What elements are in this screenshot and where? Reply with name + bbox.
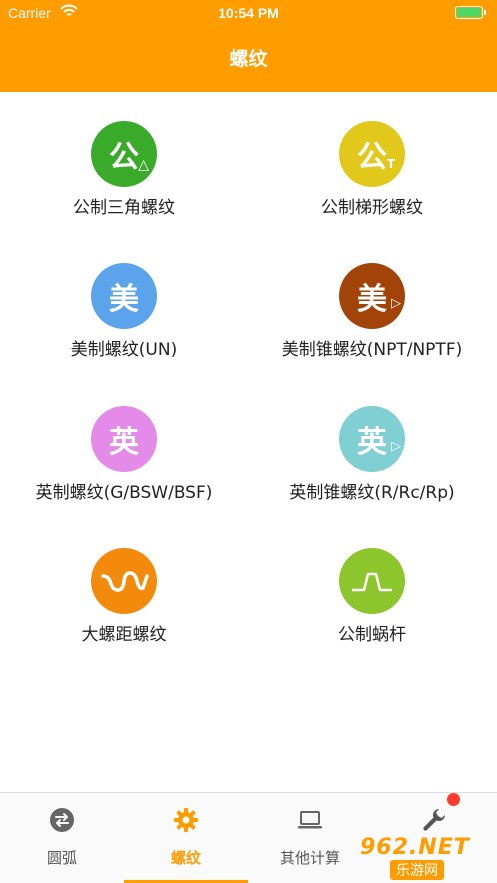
metric-triangle-icon: 公 △ [91,121,157,187]
icon-subscript: ▷ [391,439,401,454]
grid-item-metric-trapezoid[interactable]: 公 T 公制梯形螺纹 [248,121,496,251]
page-title: 螺纹 [229,48,268,70]
imperial-thread-icon: 英 [91,406,157,472]
watermark-domain: 962.NET [360,835,470,860]
icon-subscript: △ [138,157,149,173]
tab-label: 螺纹 [170,849,201,867]
watermark-name: 乐游网 [390,860,444,880]
grid-item-label: 美制螺纹(UN) [70,340,178,360]
grid-item-label: 大螺距螺纹 [81,625,167,645]
app-header: Carrier 10:54 PM 螺纹 [0,0,497,92]
tab-arc[interactable]: 圆弧 [0,793,124,883]
grid-item-label: 美制锥螺纹(NPT/NPTF) [281,340,463,360]
swap-icon [50,808,74,832]
icon-glyph: 公 [109,140,139,175]
laptop-icon [298,811,322,829]
icon-glyph: 英 [357,425,387,460]
status-time: 10:54 PM [218,5,279,21]
gear-icon [174,808,198,832]
metric-trapezoid-icon: 公 T [339,121,405,187]
icon-glyph: 美 [109,282,139,317]
grid-item-metric-worm[interactable]: 公制蜗杆 [248,548,496,678]
grid-item-label: 英制锥螺纹(R/Rc/Rp) [289,483,455,503]
wave-icon [91,548,157,614]
grid-item-label: 公制梯形螺纹 [321,198,423,218]
tab-label: 圆弧 [46,849,77,867]
battery-icon [455,6,486,19]
notification-badge [447,793,460,806]
icon-subscript: ▷ [391,296,401,311]
icon-glyph: 美 [357,282,387,317]
wrench-icon [423,808,446,831]
grid-item-label: 公制蜗杆 [338,625,406,645]
us-taper-thread-icon: 美 ▷ [339,263,405,329]
status-bar: Carrier 10:54 PM [0,0,497,26]
site-watermark-logo: 962.NET 乐游网 [360,835,490,880]
grid-item-large-pitch-thread[interactable]: 大螺距螺纹 [0,548,248,678]
tab-label: 其他计算 [279,849,340,867]
grid-item-metric-triangle[interactable]: 公 △ 公制三角螺纹 [0,121,248,251]
icon-glyph: 英 [109,425,139,460]
grid-item-label: 公制三角螺纹 [73,198,175,218]
grid-item-us-taper-thread[interactable]: 美 ▷ 美制锥螺纹(NPT/NPTF) [248,263,496,393]
grid-item-imperial-taper-thread[interactable]: 英 ▷ 英制锥螺纹(R/Rc/Rp) [248,406,496,536]
us-thread-icon: 美 [91,263,157,329]
worm-profile-icon [339,548,405,614]
tab-other-calc[interactable]: 其他计算 [248,793,372,883]
grid-item-us-thread[interactable]: 美 美制螺纹(UN) [0,263,248,393]
grid-item-imperial-thread[interactable]: 英 英制螺纹(G/BSW/BSF) [0,406,248,536]
grid-item-label: 英制螺纹(G/BSW/BSF) [35,483,213,503]
imperial-taper-thread-icon: 英 ▷ [339,406,405,472]
icon-glyph: 公 [357,140,387,175]
icon-subscript: T [386,157,395,171]
tab-thread[interactable]: 螺纹 [124,793,248,883]
